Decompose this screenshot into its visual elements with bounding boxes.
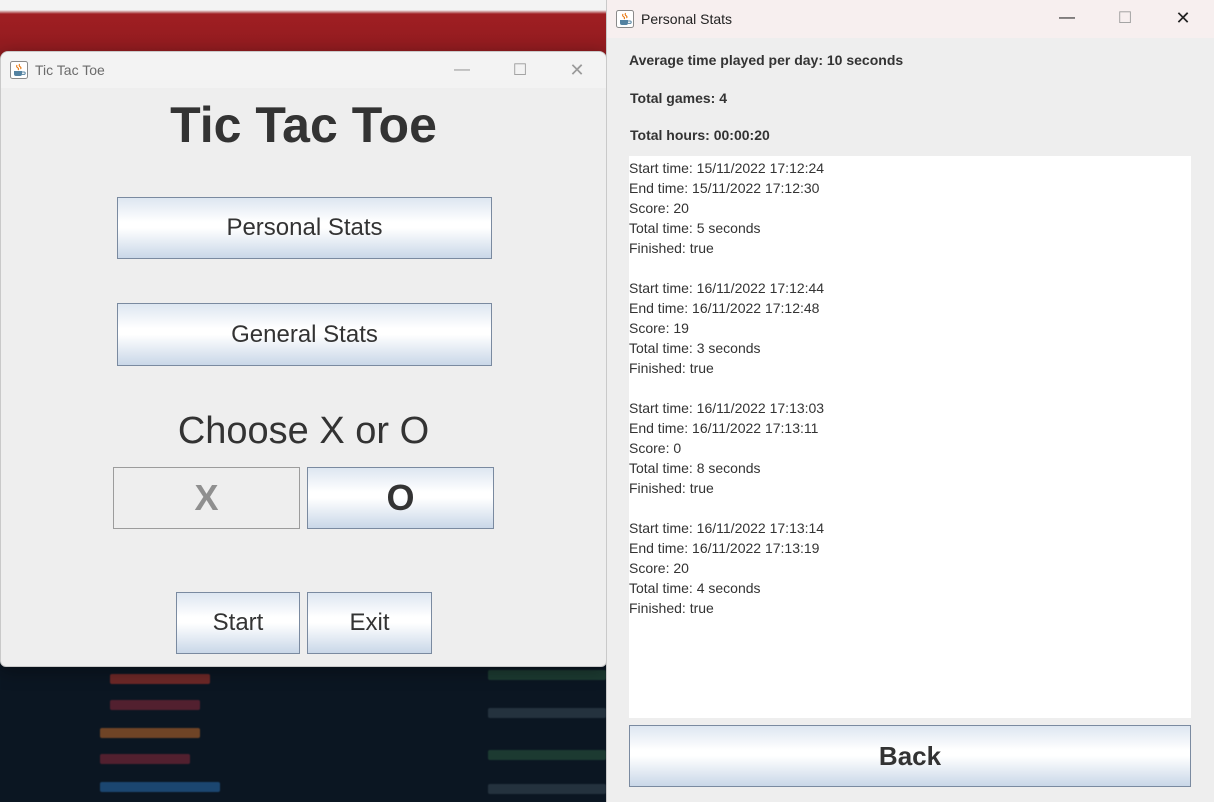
personal-stats-label: Personal Stats <box>226 214 383 241</box>
tic-tac-toe-window: Tic Tac Toe — ☐ ✕ Tic Tac Toe Personal S… <box>0 51 607 667</box>
personal-stats-window: Personal Stats — ☐ ✕ Average time played… <box>606 0 1214 802</box>
record-start-time: Start time: 16/11/2022 17:13:14 <box>629 520 825 536</box>
record-score: Score: 20 <box>629 200 689 216</box>
list-item: Start time: 16/11/2022 17:12:44 End time… <box>629 278 1191 378</box>
maximize-button[interactable]: ☐ <box>491 52 549 88</box>
record-end-time: End time: 16/11/2022 17:13:19 <box>629 540 820 556</box>
desktop-background-bottom <box>0 660 606 802</box>
o-choice-label: O <box>386 477 415 518</box>
stats-window-title: Personal Stats <box>641 11 733 27</box>
start-label: Start <box>212 609 264 636</box>
record-end-time: End time: 16/11/2022 17:13:11 <box>629 420 819 436</box>
stats-titlebar[interactable]: Personal Stats — ☐ ✕ <box>607 0 1214 38</box>
close-button[interactable]: ✕ <box>548 52 606 88</box>
record-total-time: Total time: 5 seconds <box>629 220 761 236</box>
total-hours-label: Total hours: 00:00:20 <box>630 127 770 143</box>
back-label: Back <box>878 740 942 771</box>
record-start-time: Start time: 16/11/2022 17:13:03 <box>629 400 825 416</box>
exit-button[interactable]: Exit <box>307 592 432 654</box>
close-button[interactable]: ✕ <box>1154 0 1212 36</box>
record-finished: Finished: true <box>629 600 714 616</box>
record-end-time: End time: 15/11/2022 17:12:30 <box>629 180 820 196</box>
record-start-time: Start time: 15/11/2022 17:12:24 <box>629 160 825 176</box>
record-finished: Finished: true <box>629 240 714 256</box>
record-finished: Finished: true <box>629 360 714 376</box>
list-item: Start time: 16/11/2022 17:13:14 End time… <box>629 518 1191 618</box>
back-button[interactable]: Back <box>629 725 1191 787</box>
record-total-time: Total time: 8 seconds <box>629 460 761 476</box>
x-choice-button[interactable]: X <box>113 467 300 529</box>
minimize-button[interactable]: — <box>433 52 491 88</box>
minimize-button[interactable]: — <box>1038 0 1096 36</box>
record-score: Score: 0 <box>629 440 682 456</box>
game-records-text-area[interactable]: Start time: 15/11/2022 17:12:24 End time… <box>629 156 1191 718</box>
personal-stats-button[interactable]: Personal Stats <box>117 197 492 259</box>
exit-label: Exit <box>349 609 390 636</box>
average-time-label: Average time played per day: 10 seconds <box>629 52 904 68</box>
record-total-time: Total time: 4 seconds <box>629 580 761 596</box>
record-score: Score: 19 <box>629 320 689 336</box>
general-stats-button[interactable]: General Stats <box>117 303 492 366</box>
general-stats-label: General Stats <box>231 320 378 348</box>
start-button[interactable]: Start <box>176 592 300 654</box>
java-coffee-cup-icon <box>616 10 634 28</box>
maximize-button[interactable]: ☐ <box>1096 0 1154 36</box>
o-choice-button[interactable]: O <box>307 467 494 529</box>
x-choice-label: X <box>194 477 219 518</box>
record-total-time: Total time: 3 seconds <box>629 340 761 356</box>
record-start-time: Start time: 16/11/2022 17:12:44 <box>629 280 825 296</box>
game-title: Tic Tac Toe <box>170 97 437 153</box>
record-score: Score: 20 <box>629 560 689 576</box>
list-item: Start time: 15/11/2022 17:12:24 End time… <box>629 158 1191 258</box>
java-coffee-cup-icon <box>10 61 28 79</box>
record-finished: Finished: true <box>629 480 714 496</box>
total-games-label: Total games: 4 <box>630 90 727 106</box>
ttt-window-title: Tic Tac Toe <box>35 62 105 78</box>
choose-symbol-label: Choose X or O <box>177 410 430 452</box>
record-end-time: End time: 16/11/2022 17:12:48 <box>629 300 820 316</box>
ttt-titlebar[interactable]: Tic Tac Toe — ☐ ✕ <box>1 52 606 88</box>
list-item: Start time: 16/11/2022 17:13:03 End time… <box>629 398 1191 498</box>
